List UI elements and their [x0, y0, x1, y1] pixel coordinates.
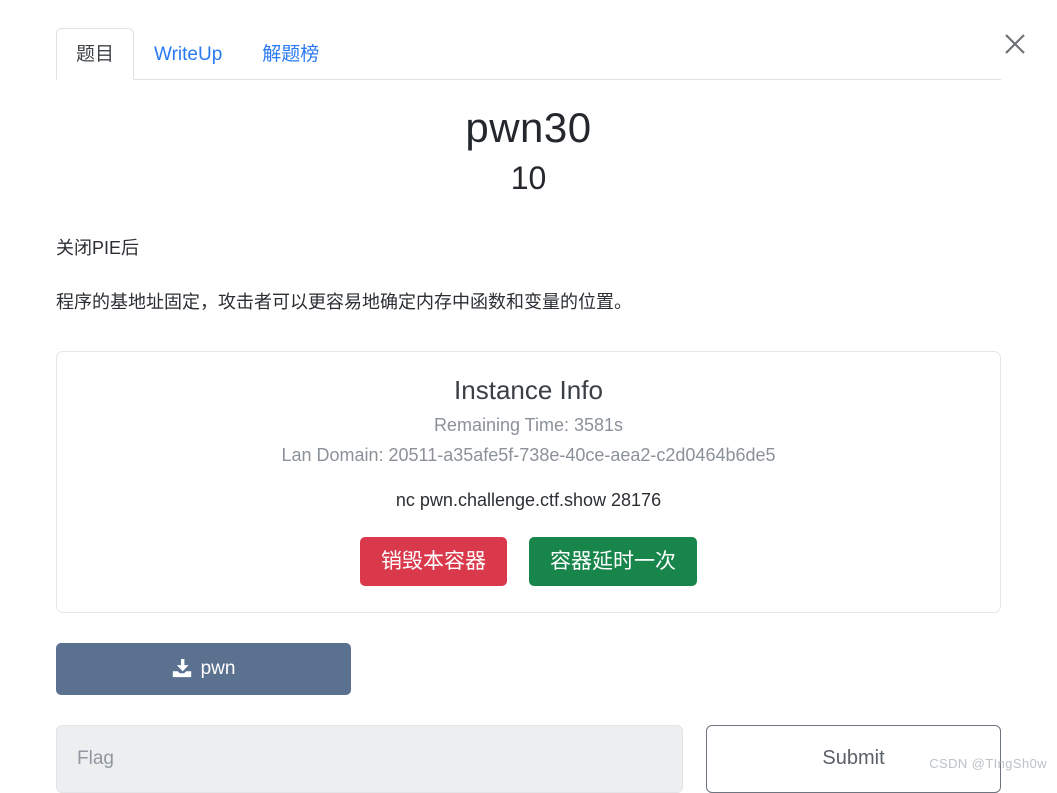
challenge-body: pwn30 10 关闭PIE后 程序的基地址固定，攻击者可以更容易地确定内存中函… [56, 84, 1001, 793]
instance-info-heading: Instance Info [454, 375, 603, 406]
download-attachment-label: pwn [200, 657, 236, 679]
destroy-container-button[interactable]: 销毁本容器 [360, 536, 507, 586]
instance-remaining-time: Remaining Time: 3581s [433, 414, 624, 435]
instance-action-row: 销毁本容器 容器延时一次 [77, 536, 980, 586]
close-x-glyph [1005, 34, 1025, 54]
challenge-description-line-2: 程序的基地址固定，攻击者可以更容易地确定内存中函数和变量的位置。 [56, 292, 632, 313]
challenge-modal: 题目 WriteUp 解题榜 pwn30 10 关闭PIE后 程序的基地址固定，… [0, 0, 1057, 793]
instance-connection-string: nc pwn.challenge.ctf.show 28176 [395, 490, 662, 511]
download-icon [172, 659, 192, 678]
watermark: CSDN @TIngSh0w [929, 756, 1047, 771]
extend-container-button[interactable]: 容器延时一次 [529, 536, 697, 586]
tab-writeup[interactable]: WriteUp [134, 28, 242, 80]
tab-challenge[interactable]: 题目 [56, 28, 135, 80]
instance-info-panel: Instance Info Remaining Time: 3581s Lan … [56, 351, 1001, 613]
tab-bar: 题目 WriteUp 解题榜 [56, 22, 1001, 80]
flag-input[interactable] [56, 724, 683, 793]
page-title: pwn30 [465, 104, 592, 151]
close-icon[interactable] [993, 22, 1037, 66]
challenge-score: 10 [510, 160, 547, 197]
challenge-description-line-1: 关闭PIE后 [56, 238, 140, 259]
flag-submit-row: Submit [56, 724, 1001, 793]
instance-lan-domain: Lan Domain: 20511-a35afe5f-738e-40ce-aea… [281, 444, 776, 465]
tab-list: 题目 WriteUp 解题榜 [56, 22, 1001, 80]
download-arrow-tray-glyph [172, 659, 191, 678]
download-attachment-button[interactable]: pwn [56, 642, 351, 695]
tab-solve-board[interactable]: 解题榜 [242, 28, 339, 80]
